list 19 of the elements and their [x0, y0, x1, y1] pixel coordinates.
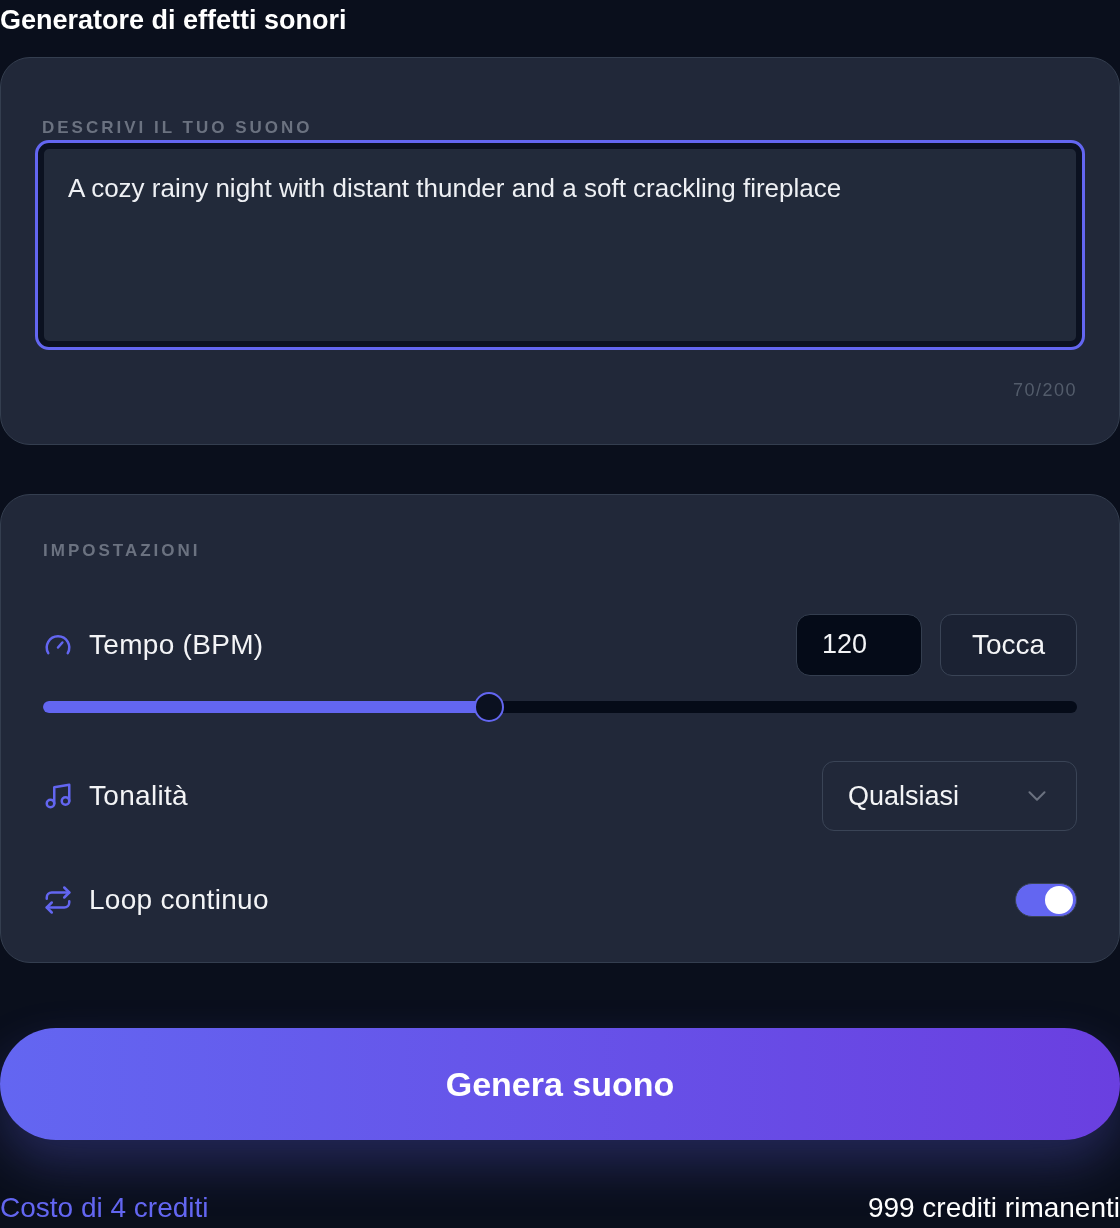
bpm-input[interactable]: 120 — [796, 614, 922, 676]
section-label: DESCRIVI IL TUO SUONO — [41, 118, 314, 138]
credits-remaining-text: 999 crediti rimanenti — [867, 1191, 1120, 1225]
tempo-slider[interactable] — [43, 692, 1077, 722]
setting-label: Loop continuo — [89, 883, 269, 917]
setting-label: Tonalità — [89, 779, 188, 813]
tap-button[interactable]: Tocca — [940, 614, 1077, 676]
description-textarea[interactable]: A cozy rainy night with distant thunder and a soft crackling fireplace — [35, 140, 1085, 350]
generate-button[interactable]: Genera suono — [0, 1028, 1120, 1140]
page-title: Generatore di effetti sonori — [0, 4, 348, 37]
toggle-switch[interactable] — [1015, 883, 1077, 917]
section-label: IMPOSTAZIONI — [43, 541, 202, 561]
chevron-down-icon — [1028, 791, 1046, 801]
key-select[interactable]: Qualsiasi — [822, 761, 1077, 831]
music-note-icon — [43, 781, 73, 811]
repeat-icon — [43, 885, 73, 915]
setting-label: Tempo (BPM) — [89, 628, 264, 662]
cost-text: Costo di 4 crediti — [0, 1191, 209, 1225]
slider-thumb[interactable] — [473, 692, 504, 722]
